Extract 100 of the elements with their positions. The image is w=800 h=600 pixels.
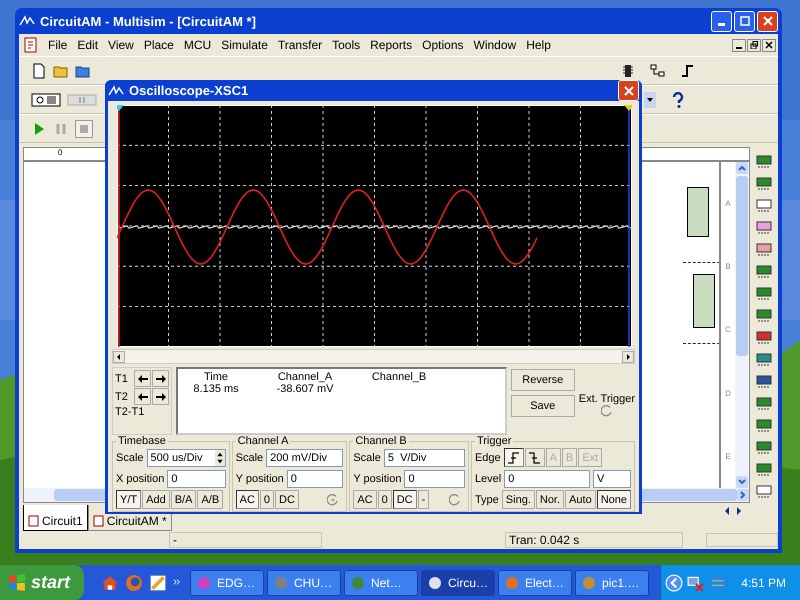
resize-grip	[706, 533, 778, 547]
switch-icon[interactable]	[31, 92, 61, 108]
action-button[interactable]: Reverse	[510, 369, 575, 391]
stop-icon[interactable]	[75, 120, 93, 138]
taskbar-button[interactable]: pic1.…	[575, 570, 650, 596]
component-symbol	[693, 274, 715, 328]
spinner-icon[interactable]	[214, 450, 225, 466]
coupling-button[interactable]: -	[418, 490, 430, 509]
terminal-icon	[327, 494, 340, 506]
taskbar-button[interactable]: CHU…	[267, 570, 342, 596]
menu-item[interactable]: Window	[468, 38, 522, 52]
coupling-button[interactable]: DC	[392, 490, 417, 509]
taskbar-button[interactable]: Circu…	[421, 570, 496, 596]
type-button[interactable]: Nor.	[536, 490, 564, 509]
document-icon	[23, 37, 39, 53]
menu-item[interactable]: Reports	[365, 38, 418, 52]
scale-field[interactable]: 200 mV/Div	[266, 448, 344, 466]
ruler-label: E	[725, 452, 731, 461]
position-field[interactable]: 0	[167, 470, 226, 488]
pause-toggle-icon[interactable]	[67, 92, 97, 108]
restore-button[interactable]	[747, 38, 761, 52]
menu-item[interactable]: File	[43, 38, 72, 52]
field-label: Level	[474, 472, 502, 484]
menu-item[interactable]: Transfer	[272, 38, 328, 52]
menu-item[interactable]: View	[103, 38, 139, 52]
type-button[interactable]: Sing.	[502, 490, 535, 509]
field-label: X position	[116, 472, 164, 484]
menu-item[interactable]: Tools	[327, 38, 366, 52]
type-button[interactable]: None	[596, 490, 631, 509]
field-label: Y position	[353, 472, 402, 484]
chevron-icon[interactable]	[173, 578, 182, 586]
action-button[interactable]: Save	[510, 395, 575, 417]
vertical-scrollbar[interactable]	[735, 162, 749, 488]
position-field[interactable]: 0	[286, 470, 344, 488]
windows-flag-icon	[8, 574, 26, 592]
edge-button[interactable]	[504, 448, 524, 467]
taskbar-button[interactable]: Net…	[344, 570, 418, 596]
mode-button[interactable]: Y/T	[116, 490, 142, 509]
menu-item[interactable]: MCU	[178, 38, 216, 52]
readout-value: -38.607 mV	[276, 383, 334, 395]
mode-button[interactable]: A/B	[197, 490, 224, 509]
home-icon[interactable]	[101, 574, 120, 592]
taskbar-button[interactable]: Elect…	[498, 570, 572, 596]
menu-item[interactable]: Place	[138, 38, 179, 52]
minimize-icon	[718, 23, 725, 26]
ext-trigger-label: Ext. Trigger	[578, 393, 635, 405]
falling-edge-icon	[528, 452, 542, 464]
menu-item[interactable]: Help	[521, 38, 556, 52]
scroll-thumb[interactable]	[736, 176, 748, 356]
mode-button[interactable]: Add	[142, 490, 170, 509]
close-button[interactable]	[762, 38, 776, 52]
coupling-button[interactable]: AC	[236, 490, 259, 509]
mode-button[interactable]: B/A	[170, 490, 196, 509]
scale-field[interactable]: 5 V/Div	[384, 448, 465, 466]
unit-field[interactable]: V	[593, 470, 631, 488]
coupling-button[interactable]: 0	[378, 490, 392, 509]
terminal-icon	[600, 405, 613, 417]
menu-item[interactable]: Options	[417, 38, 469, 52]
ruler-label: 0	[58, 148, 62, 157]
group-title: Channel B	[354, 435, 408, 447]
maximize-icon	[740, 16, 750, 26]
terminal-icon	[448, 494, 461, 506]
taskbar-button[interactable]: EDG…	[190, 570, 264, 596]
menu-item[interactable]: Edit	[72, 38, 104, 52]
edge-button[interactable]	[524, 448, 545, 467]
cursor-left-button[interactable]	[134, 388, 151, 405]
close-icon	[624, 86, 634, 96]
level-field[interactable]: 0	[504, 470, 590, 488]
app-icon	[108, 84, 124, 96]
minimize-button[interactable]	[732, 38, 746, 52]
coupling-button[interactable]: AC	[353, 490, 377, 509]
coupling-button[interactable]: DC	[275, 490, 299, 509]
coupling-button[interactable]: 0	[260, 490, 274, 509]
field-label: Type	[474, 494, 499, 506]
cursor-left-button[interactable]	[134, 370, 151, 387]
status-cell: -	[169, 532, 322, 548]
start-button[interactable]: start	[0, 565, 84, 600]
help-icon[interactable]	[670, 92, 686, 108]
position-field[interactable]: 0	[404, 470, 465, 488]
chip-icon[interactable]	[620, 62, 636, 78]
maximize-button[interactable]	[734, 10, 755, 32]
app-icon	[581, 574, 598, 590]
right-arrow-icon[interactable]	[734, 505, 744, 517]
ruler-label: C	[725, 325, 731, 334]
step-icon[interactable]	[680, 62, 696, 78]
app-icon	[196, 574, 212, 590]
new-file-icon[interactable]	[31, 62, 47, 78]
network-icon[interactable]	[650, 62, 666, 78]
cursor-right-button[interactable]	[152, 388, 169, 405]
ruler-label: D	[725, 388, 731, 398]
group-title: Channel A	[236, 435, 290, 447]
close-icon	[765, 41, 773, 49]
horizontal-scrollbar[interactable]	[112, 349, 635, 364]
cursor-right-button[interactable]	[152, 370, 169, 387]
type-button[interactable]: Auto	[565, 490, 596, 509]
field-label: Edge	[474, 452, 501, 464]
menu-item[interactable]: Simulate	[216, 38, 273, 52]
sheet-tab[interactable]: Circuit1	[23, 505, 88, 531]
scale-field[interactable]: 500 us/Div	[146, 448, 226, 466]
pencil-icon[interactable]	[149, 574, 168, 592]
